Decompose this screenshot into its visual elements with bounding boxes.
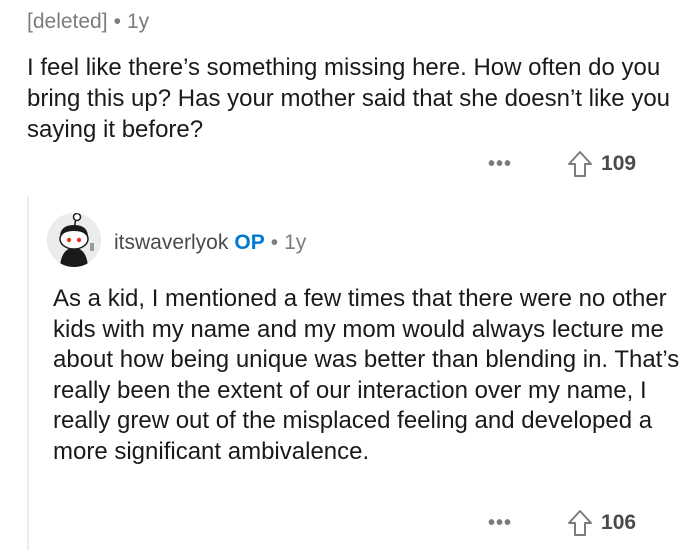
reply-comment-header: itswaverlyok OP • 1y [114, 229, 306, 257]
reply-actions: ••• 106 [488, 509, 636, 537]
more-options-icon[interactable]: ••• [488, 154, 512, 174]
parent-author[interactable]: [deleted] [27, 10, 108, 33]
parent-age: 1y [126, 10, 150, 33]
reply-vote-count: 106 [601, 511, 637, 534]
separator-dot: • [113, 10, 121, 33]
thread-line[interactable] [27, 196, 29, 550]
parent-comment-header: [deleted] • 1y [27, 8, 149, 36]
parent-actions: ••• 109 [488, 150, 636, 178]
reply-age: 1y [284, 231, 307, 254]
parent-vote-count: 109 [601, 152, 637, 175]
parent-comment-body: I feel like there’s something missing he… [27, 54, 671, 143]
reply-author[interactable]: itswaverlyok [114, 231, 228, 254]
reply-comment-body: As a kid, I mentioned a few times that t… [53, 285, 680, 465]
upvote-arrow-icon[interactable] [567, 150, 593, 178]
parent-upvote[interactable]: 109 [567, 150, 636, 178]
separator-dot: • [270, 231, 279, 254]
reply-avatar[interactable] [47, 213, 101, 267]
reply-upvote[interactable]: 106 [567, 509, 636, 537]
more-options-icon[interactable]: ••• [488, 513, 512, 533]
upvote-arrow-icon[interactable] [567, 509, 593, 537]
snoo-avatar-icon [47, 213, 101, 267]
op-badge: OP [234, 231, 265, 254]
